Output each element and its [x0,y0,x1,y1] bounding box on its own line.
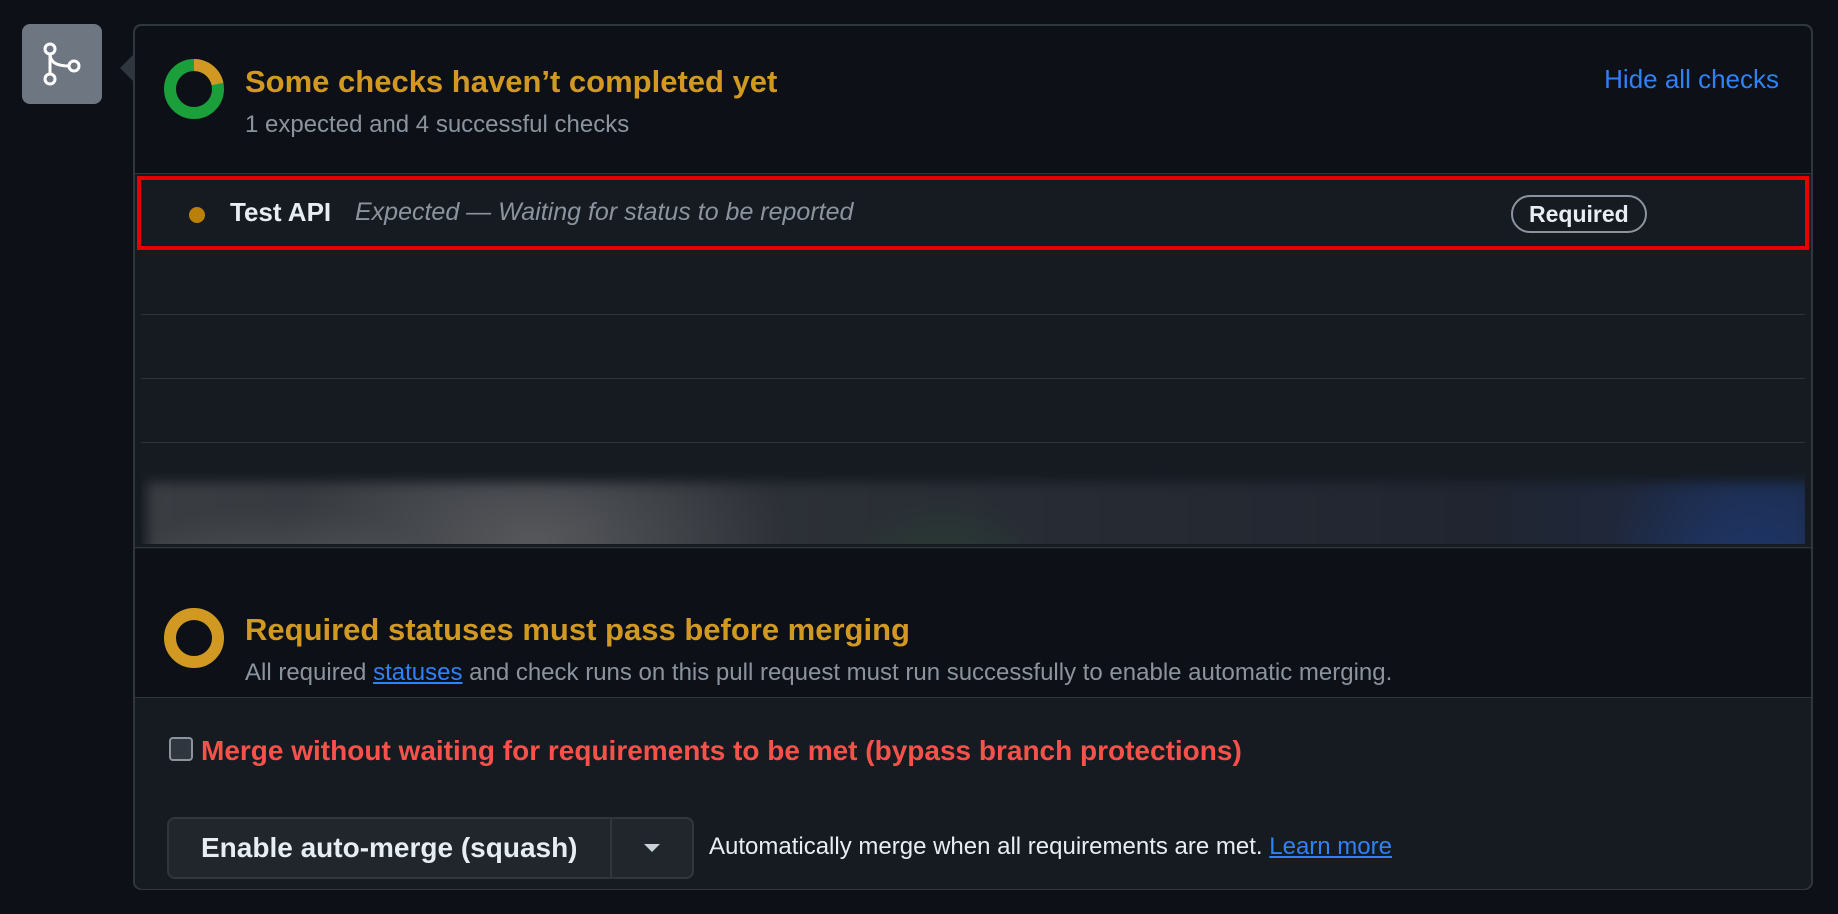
caret-down-icon [643,844,660,852]
divider [135,547,1811,548]
pending-ring-icon [164,608,224,668]
pending-status-dot-icon [189,207,205,223]
checks-subtitle: 1 expected and 4 successful checks [245,111,630,138]
checks-header: Some checks haven’t completed yet 1 expe… [135,26,1811,174]
enable-auto-merge-button[interactable]: Enable auto-merge (squash) [169,819,610,877]
statuses-link[interactable]: statuses [373,659,462,686]
check-name: Test API [230,197,332,227]
divider [135,697,1811,698]
required-badge: Required [1511,195,1647,233]
required-statuses-description: All required statuses and check runs on … [245,659,1393,686]
check-row-test-api[interactable]: Test API Expected — Waiting for status t… [137,176,1809,250]
bypass-checkbox[interactable] [169,737,193,761]
merge-box-panel: Some checks haven’t completed yet 1 expe… [133,24,1813,890]
merge-method-dropdown-button[interactable] [609,819,692,877]
blurred-checks-list [141,254,1805,544]
checks-progress-icon [164,58,224,119]
automerge-button-group: Enable auto-merge (squash) [167,817,694,879]
popover-caret [120,55,133,81]
hide-all-checks-link[interactable]: Hide all checks [1604,64,1779,95]
bypass-label[interactable]: Merge without waiting for requirements t… [201,735,1242,767]
check-description: Expected — Waiting for status to be repo… [355,198,854,226]
checks-title: Some checks haven’t completed yet [245,64,778,99]
git-merge-icon [22,24,102,104]
required-statuses-section: Required statuses must pass before mergi… [135,549,1811,697]
merge-section: Merge without waiting for requirements t… [135,699,1811,889]
required-statuses-title: Required statuses must pass before mergi… [245,612,910,647]
learn-more-link[interactable]: Learn more [1269,833,1392,860]
automerge-note: Automatically merge when all requirement… [709,833,1392,860]
